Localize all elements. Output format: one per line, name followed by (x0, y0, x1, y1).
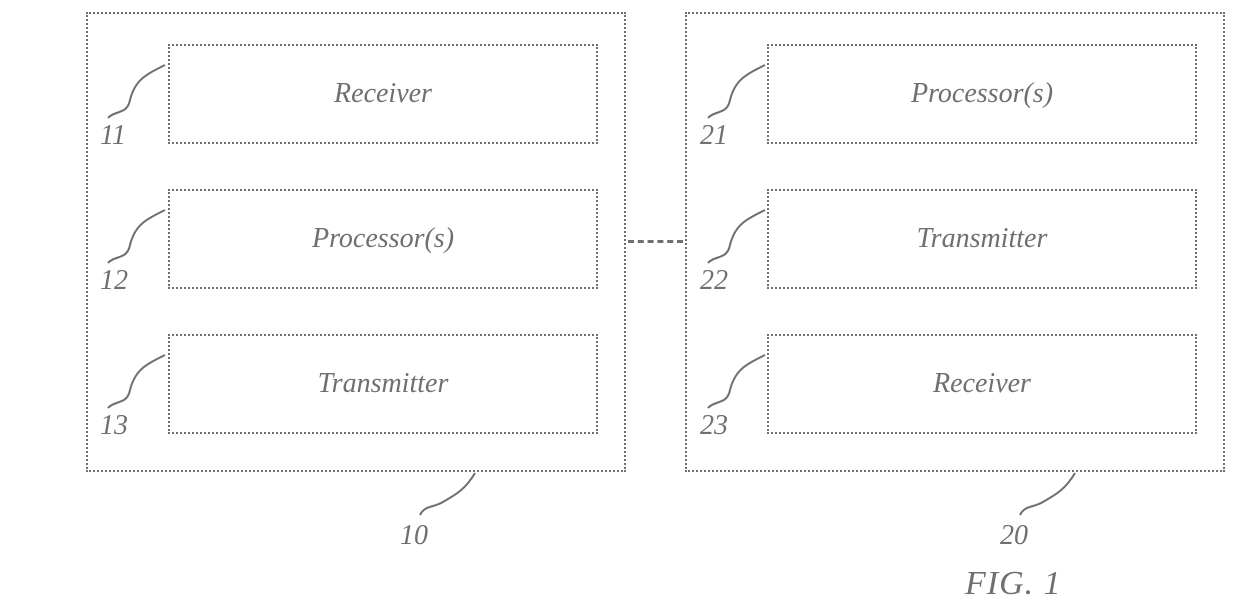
block-label: Transmitter (318, 368, 449, 400)
ref-13: 13 (100, 410, 128, 442)
block-processor-right: Processor(s) (767, 44, 1197, 144)
connector-line (628, 240, 683, 243)
block-transmitter-left: Transmitter (168, 334, 598, 434)
ref-22: 22 (700, 265, 728, 297)
block-receiver-right: Receiver (767, 334, 1197, 434)
ref-12: 12 (100, 265, 128, 297)
figure-caption: FIG. 1 (965, 565, 1062, 603)
block-label: Processor(s) (312, 223, 454, 255)
leader-10 (415, 470, 485, 525)
ref-23: 23 (700, 410, 728, 442)
block-label: Processor(s) (911, 78, 1053, 110)
ref-11: 11 (100, 120, 126, 152)
ref-20: 20 (1000, 520, 1028, 552)
ref-21: 21 (700, 120, 728, 152)
diagram-canvas: Receiver Processor(s) Transmitter Proces… (0, 0, 1240, 602)
block-transmitter-right: Transmitter (767, 189, 1197, 289)
block-label: Receiver (933, 368, 1031, 400)
block-label: Receiver (334, 78, 432, 110)
leader-20 (1015, 470, 1085, 525)
block-label: Transmitter (917, 223, 1048, 255)
block-processor-left: Processor(s) (168, 189, 598, 289)
block-receiver-left: Receiver (168, 44, 598, 144)
ref-10: 10 (400, 520, 428, 552)
